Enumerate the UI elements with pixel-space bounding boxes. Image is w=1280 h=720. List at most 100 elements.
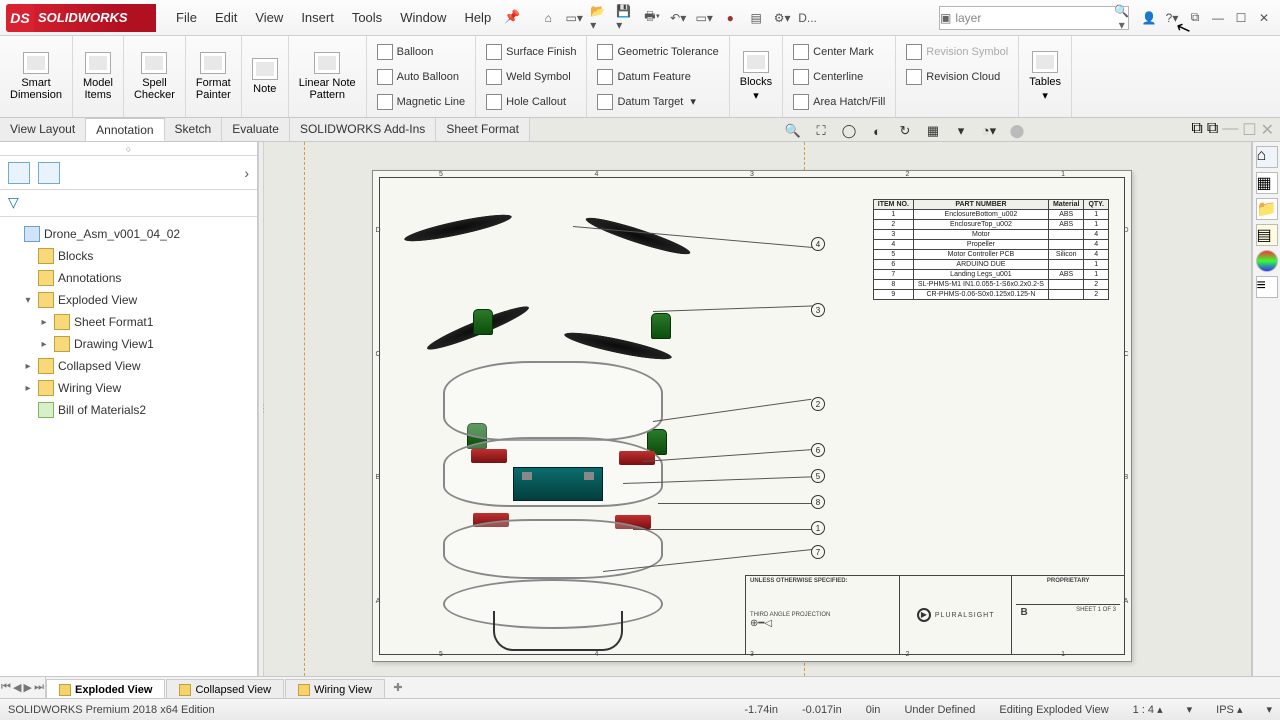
centerline-button[interactable]: Centerline (791, 65, 887, 89)
new-icon[interactable]: ▭▾ (563, 7, 585, 29)
balloon-button[interactable]: Balloon (375, 40, 468, 64)
panel-grip-icon[interactable]: ○ (126, 144, 131, 154)
menu-window[interactable]: Window (392, 6, 454, 29)
sheet-tab-collapsed[interactable]: Collapsed View (166, 679, 284, 698)
note-button[interactable]: Note (242, 36, 289, 117)
doc-close-icon[interactable]: ✕ (1261, 120, 1274, 140)
tree-display-icon[interactable] (38, 162, 60, 184)
taskpane-library-icon[interactable]: 📁 (1256, 198, 1278, 220)
settings-icon[interactable]: ⚙▾ (771, 7, 793, 29)
tree-bom[interactable]: Bill of Materials2 (4, 399, 253, 421)
tab-view-layout[interactable]: View Layout (0, 118, 86, 141)
save-icon[interactable]: 💾▾ (615, 7, 637, 29)
tree-filter-icon[interactable] (8, 162, 30, 184)
model-items-button[interactable]: Model Items (73, 36, 124, 117)
doc-max-icon[interactable]: ☐ (1242, 120, 1256, 140)
tree-blocks[interactable]: Blocks (4, 245, 253, 267)
weld-symbol-button[interactable]: Weld Symbol (484, 65, 578, 89)
home-icon[interactable]: ⌂ (537, 7, 559, 29)
search-box[interactable]: ▣ 🔍▾ (939, 6, 1129, 30)
tree-drawing-view[interactable]: ▸Drawing View1 (4, 333, 253, 355)
menu-file[interactable]: File (168, 6, 205, 29)
blocks-button[interactable]: Blocks▾ (730, 36, 783, 117)
section-icon[interactable]: ◐ (866, 120, 888, 142)
prev-view-icon[interactable]: ◯ (838, 120, 860, 142)
doc-new-icon[interactable]: ⧉ (1207, 120, 1218, 140)
tables-button[interactable]: Tables▾ (1019, 36, 1072, 117)
hole-callout-button[interactable]: Hole Callout (484, 90, 578, 114)
options-icon[interactable]: ▤ (745, 7, 767, 29)
print-icon[interactable]: 🖶▾ (641, 7, 663, 29)
balloon-8[interactable]: 8 (811, 495, 825, 509)
format-painter-button[interactable]: Format Painter (186, 36, 242, 117)
rotate-icon[interactable]: ↻ (894, 120, 916, 142)
restore-icon[interactable]: ⧉ (1185, 7, 1205, 29)
status-empty[interactable]: ▾ (1187, 703, 1193, 716)
smart-dimension-button[interactable]: Smart Dimension (0, 36, 73, 117)
help-icon[interactable]: ?▾ (1162, 7, 1182, 29)
menu-view[interactable]: View (247, 6, 291, 29)
tab-addins[interactable]: SOLIDWORKS Add-Ins (290, 118, 436, 141)
menu-help[interactable]: Help (456, 6, 499, 29)
doc-sync-icon[interactable]: ⧉ (1191, 120, 1202, 140)
taskpane-resources-icon[interactable]: ▦ (1256, 172, 1278, 194)
balloon-4[interactable]: 4 (811, 237, 825, 251)
add-sheet-button[interactable]: ✚ (386, 677, 410, 698)
taskpane-properties-icon[interactable]: ≡ (1256, 276, 1278, 298)
status-units[interactable]: IPS ▴ (1216, 703, 1242, 716)
zoom-area-icon[interactable]: ⛶ (810, 120, 832, 142)
tree-funnel-icon[interactable]: ▽ (8, 194, 19, 210)
auto-balloon-button[interactable]: Auto Balloon (375, 65, 468, 89)
doc-min-icon[interactable]: — (1222, 120, 1238, 140)
rebuild-icon[interactable]: ● (719, 7, 741, 29)
status-scale[interactable]: 1 : 4 ▴ (1133, 703, 1163, 716)
tab-annotation[interactable]: Annotation (86, 118, 164, 141)
drawing-canvas[interactable]: 54321 54321 DCBA DCBA 4 3 (264, 142, 1252, 676)
undo-icon[interactable]: ↶▾ (667, 7, 689, 29)
close-icon[interactable]: ✕ (1254, 7, 1274, 29)
doc-label[interactable]: D... (797, 7, 818, 29)
maximize-icon[interactable]: ☐ (1231, 7, 1251, 29)
datum-feature-button[interactable]: Datum Feature (595, 65, 720, 89)
drawing-sheet[interactable]: 54321 54321 DCBA DCBA 4 3 (372, 170, 1132, 662)
sheet-nav[interactable]: ⏮◀▶⏭ (0, 677, 46, 698)
balloon-1[interactable]: 1 (811, 521, 825, 535)
surface-finish-button[interactable]: Surface Finish (484, 40, 578, 64)
revision-cloud-button[interactable]: Revision Cloud (904, 65, 1010, 89)
balloon-7[interactable]: 7 (811, 545, 825, 559)
datum-target-button[interactable]: Datum Target ▾ (595, 90, 720, 114)
search-input[interactable] (951, 11, 1114, 25)
spell-checker-button[interactable]: Spell Checker (124, 36, 186, 117)
view-icon[interactable]: ▾ (950, 120, 972, 142)
linear-note-button[interactable]: Linear Note Pattern (289, 36, 367, 117)
taskpane-appearance-icon[interactable] (1256, 250, 1278, 272)
pin-icon[interactable]: 📌 (501, 6, 523, 28)
taskpane-view-icon[interactable]: ▤ (1256, 224, 1278, 246)
tree-sheet-format[interactable]: ▸Sheet Format1 (4, 311, 253, 333)
bom-table[interactable]: ITEM NO.PART NUMBERMaterialQTY. 1Enclosu… (873, 199, 1109, 300)
display-icon[interactable]: ▦ (922, 120, 944, 142)
tree-expand-icon[interactable]: › (244, 165, 249, 181)
user-icon[interactable]: 👤 (1139, 7, 1159, 29)
scene-icon[interactable]: ◔▾ (978, 120, 1000, 142)
title-block[interactable]: UNLESS OTHERWISE SPECIFIED: THIRD ANGLE … (745, 575, 1125, 655)
tree-annotations[interactable]: Annotations (4, 267, 253, 289)
balloon-2[interactable]: 2 (811, 397, 825, 411)
tree-root[interactable]: Drone_Asm_v001_04_02 (4, 223, 253, 245)
render-icon[interactable]: ⬤ (1006, 120, 1028, 142)
tab-evaluate[interactable]: Evaluate (222, 118, 290, 141)
center-mark-button[interactable]: Center Mark (791, 40, 887, 64)
select-icon[interactable]: ▭▾ (693, 7, 715, 29)
sheet-tab-exploded[interactable]: Exploded View (46, 679, 165, 698)
magnetic-line-button[interactable]: Magnetic Line (375, 90, 468, 114)
taskpane-home-icon[interactable]: ⌂ (1256, 146, 1278, 168)
menu-edit[interactable]: Edit (207, 6, 245, 29)
search-icon[interactable]: 🔍▾ (1114, 4, 1129, 32)
tree-wiring-view[interactable]: ▸Wiring View (4, 377, 253, 399)
tree-collapsed-view[interactable]: ▸Collapsed View (4, 355, 253, 377)
geo-tolerance-button[interactable]: Geometric Tolerance (595, 40, 720, 64)
tab-sheet-format[interactable]: Sheet Format (436, 118, 530, 141)
balloon-6[interactable]: 6 (811, 443, 825, 457)
open-icon[interactable]: 📂▾ (589, 7, 611, 29)
balloon-5[interactable]: 5 (811, 469, 825, 483)
